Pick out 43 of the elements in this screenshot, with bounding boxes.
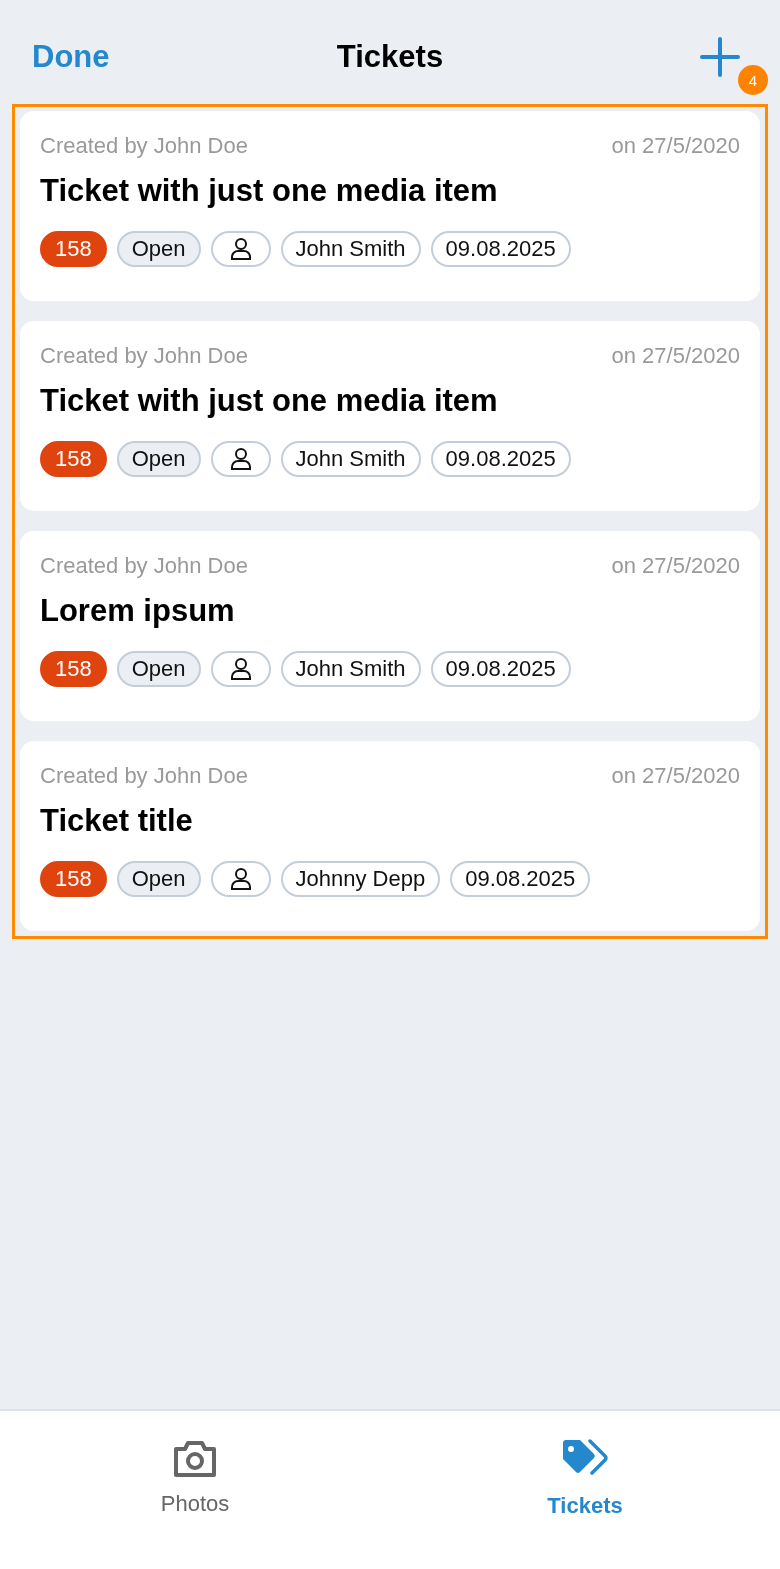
assignee-tag: Johnny Depp	[280, 861, 441, 897]
assignee-tag: John Smith	[280, 651, 421, 687]
person-icon	[229, 657, 252, 681]
due-date-tag: 09.08.2025	[430, 441, 571, 477]
camera-icon	[172, 1439, 218, 1479]
created-date: on 27/5/2020	[611, 553, 740, 579]
plus-icon	[700, 37, 740, 77]
ticket-number-badge: 158	[40, 231, 107, 267]
ticket-card[interactable]: Created by John Doe on 27/5/2020 Ticket title 158 Open Johnny Depp 09.08.2025	[20, 741, 760, 931]
ticket-card[interactable]: Created by John Doe on 27/5/2020 Lorem ipsum 158 Open John Smith 09.08.2025	[20, 531, 760, 721]
tab-button[interactable]: Photos	[0, 1411, 390, 1569]
creator-text: Created by John Doe	[40, 553, 248, 579]
status-tag: Open	[116, 231, 201, 267]
status-tag: Open	[116, 441, 201, 477]
screen-title: Tickets	[336, 39, 444, 74]
assignee-tag: John Smith	[280, 441, 421, 477]
tab-button[interactable]: Tickets	[390, 1411, 780, 1569]
created-date: on 27/5/2020	[611, 133, 740, 159]
ticket-number-badge: 158	[40, 651, 107, 687]
ticket-title: Ticket title	[40, 803, 194, 839]
creator-text: Created by John Doe	[40, 133, 248, 159]
due-date-tag: 09.08.2025	[450, 861, 591, 897]
assignee-tag: John Smith	[280, 231, 421, 267]
ticket-title: Lorem ipsum	[40, 593, 236, 629]
ticket-number-badge: 158	[40, 861, 107, 897]
created-date: on 27/5/2020	[611, 343, 740, 369]
ticket-title: Ticket with just one media item	[40, 173, 499, 209]
count-badge: 4	[738, 65, 768, 95]
person-icon	[229, 237, 252, 261]
creator-text: Created by John Doe	[40, 763, 248, 789]
due-date-tag: 09.08.2025	[430, 231, 571, 267]
creator-text: Created by John Doe	[40, 343, 248, 369]
person-icon	[229, 447, 252, 471]
ticket-card[interactable]: Created by John Doe on 27/5/2020 Ticket with just one media item 158 Open John Smith 09.08.2025	[20, 321, 760, 511]
created-date: on 27/5/2020	[611, 763, 740, 789]
status-tag: Open	[116, 861, 201, 897]
add-button[interactable]	[700, 37, 740, 77]
ticket-card[interactable]: Created by John Doe on 27/5/2020 Ticket with just one media item 158 Open John Smith 09.08.2025	[20, 111, 760, 301]
person-icon	[229, 867, 252, 891]
due-date-tag: 09.08.2025	[430, 651, 571, 687]
status-tag: Open	[116, 651, 201, 687]
ticket-number-badge: 158	[40, 441, 107, 477]
ticket-title: Ticket with just one media item	[40, 383, 499, 419]
